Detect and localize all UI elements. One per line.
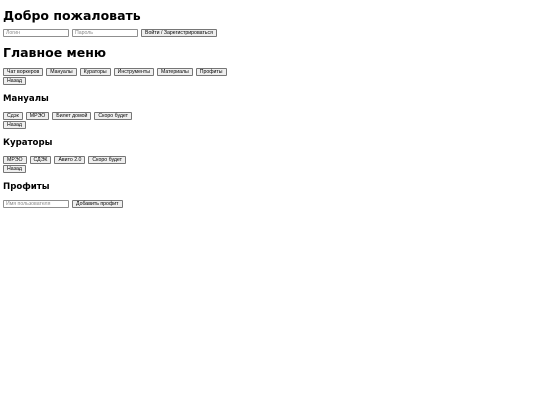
- manual-coming-soon-button[interactable]: Скоро будет: [94, 112, 132, 120]
- auth-form: Войти / Зарегистрироваться: [3, 29, 217, 37]
- profits-title: Профиты: [3, 182, 50, 192]
- menu-profits-button[interactable]: Профиты: [195, 68, 227, 76]
- manuals-items: Сдэк МРЭО Билет домой Скоро будет: [3, 112, 132, 120]
- curators-title: Кураторы: [3, 138, 53, 148]
- profits-form: Добавить профит: [3, 200, 123, 208]
- manual-mreo-button[interactable]: МРЭО: [25, 112, 50, 120]
- manual-ticket-home-button[interactable]: Билет домой: [52, 112, 92, 120]
- login-register-button[interactable]: Войти / Зарегистрироваться: [141, 29, 217, 37]
- manuals-title: Мануалы: [3, 94, 49, 104]
- main-menu-back-button[interactable]: Назад: [3, 77, 26, 85]
- curator-mreo-button[interactable]: МРЭО: [3, 156, 27, 164]
- manuals-back-row: Назад: [3, 121, 26, 129]
- menu-tools-button[interactable]: Инструменты: [113, 68, 154, 76]
- login-input[interactable]: [3, 29, 69, 37]
- curators-back-button[interactable]: Назад: [3, 165, 26, 173]
- curators-back-row: Назад: [3, 165, 26, 173]
- menu-workers-chat-button[interactable]: Чат воркеров: [3, 68, 44, 76]
- curator-cdek-button[interactable]: СДЭК: [29, 156, 52, 164]
- curators-items: МРЭО СДЭК Авито 2.0 Скоро будет: [3, 156, 126, 164]
- menu-curators-button[interactable]: Кураторы: [79, 68, 111, 76]
- curator-avito-button[interactable]: Авито 2.0: [54, 156, 86, 164]
- main-menu-title: Главное меню: [3, 45, 107, 60]
- password-input[interactable]: [72, 29, 138, 37]
- username-input[interactable]: [3, 200, 69, 208]
- menu-materials-button[interactable]: Материалы: [156, 68, 193, 76]
- welcome-title: Добро пожаловать: [3, 8, 141, 23]
- manuals-back-button[interactable]: Назад: [3, 121, 26, 129]
- menu-manuals-button[interactable]: Мануалы: [46, 68, 77, 76]
- main-menu-items: Чат воркеров Мануалы Кураторы Инструмент…: [3, 68, 227, 76]
- manual-cdek-button[interactable]: Сдэк: [3, 112, 23, 120]
- add-profit-button[interactable]: Добавить профит: [72, 200, 123, 208]
- main-menu-back-row: Назад: [3, 77, 26, 85]
- curator-coming-soon-button[interactable]: Скоро будет: [88, 156, 126, 164]
